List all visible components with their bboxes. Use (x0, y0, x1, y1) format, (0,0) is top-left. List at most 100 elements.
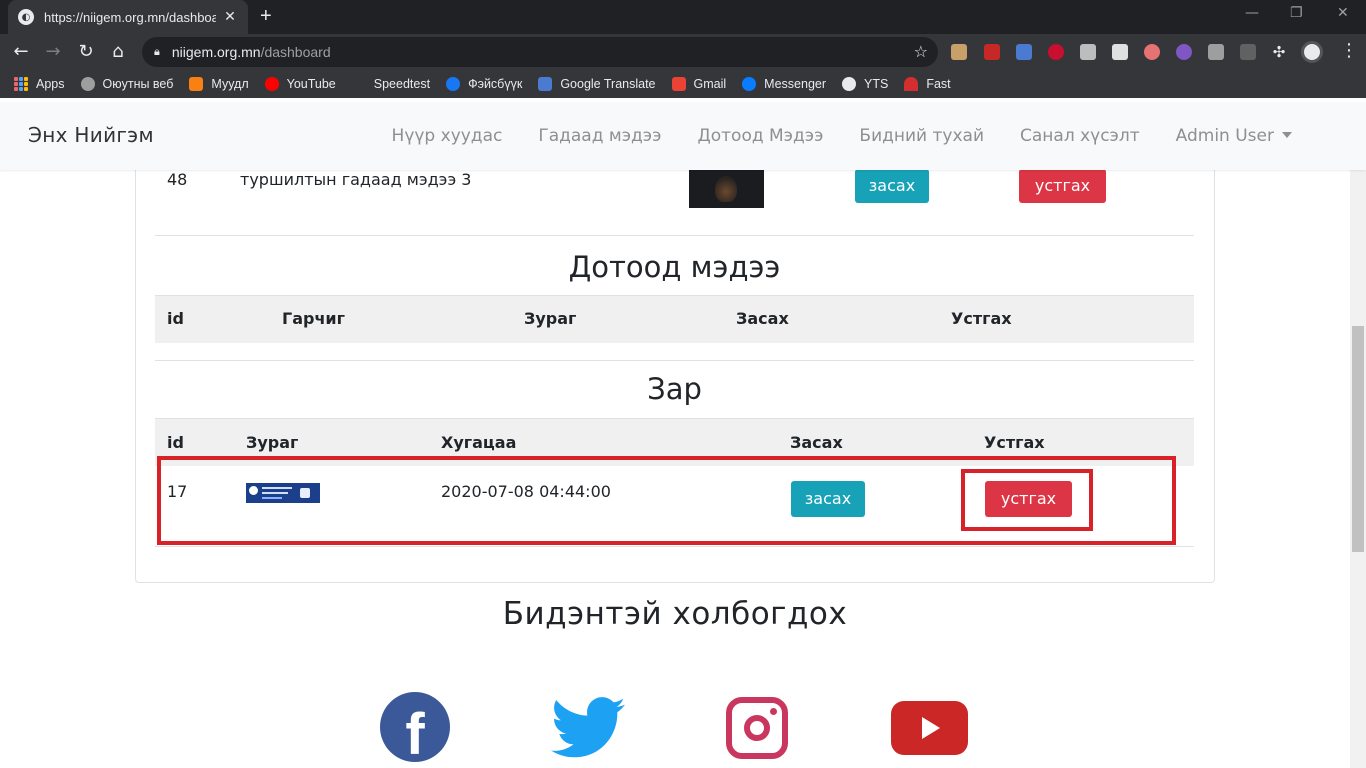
tab-close-icon[interactable]: ✕ (222, 9, 238, 25)
speedtest-icon (351, 77, 366, 91)
site-brand[interactable]: Энх Нийгэм (28, 123, 154, 147)
bookmark-item[interactable]: Фэйсбүүк (446, 77, 522, 91)
address-path: /dashboard (260, 44, 331, 60)
google-translate-icon (538, 77, 553, 91)
bookmark-label: Муудл (211, 77, 249, 91)
messenger-icon (742, 77, 757, 91)
column-header: Хугацаа (441, 433, 517, 452)
bookmark-apps[interactable]: Apps (14, 77, 65, 91)
row-id: 48 (167, 170, 188, 189)
column-header: Зураг (246, 433, 299, 452)
delete-button[interactable]: устгах (1019, 169, 1106, 203)
column-header: Засах (790, 433, 843, 452)
close-window-icon[interactable]: ✕ (1337, 5, 1349, 21)
edit-button[interactable]: засах (855, 169, 929, 203)
site-navbar: Энх Нийгэм Нүүр хуудас Гадаад мэдээ Дото… (0, 102, 1366, 170)
extension-icon[interactable] (1112, 44, 1128, 60)
nav-links: Нүүр хуудас Гадаад мэдээ Дотоод Мэдээ Би… (392, 102, 1366, 170)
bookmark-label: Оюутны веб (102, 77, 174, 91)
fast-speed-icon (904, 77, 919, 91)
domestic-news-table-header: id Гарчиг Зураг Засах Устгах (155, 295, 1194, 343)
facebook-icon[interactable]: f (380, 692, 450, 762)
nav-link-domestic-news[interactable]: Дотоод Мэдээ (697, 126, 823, 146)
contact-heading: Бидэнтэй холбогдох (502, 596, 848, 632)
foreign-news-row: 48 туршилтын гадаад мэдээ 3 засах устгах (155, 166, 1194, 236)
bookmark-star-icon[interactable]: ☆ (914, 42, 928, 61)
back-icon[interactable]: ← (10, 41, 32, 63)
section-divider (155, 360, 1194, 361)
row-title: туршилтын гадаад мэдээ 3 (240, 170, 472, 189)
bookmark-item[interactable]: Gmail (671, 77, 726, 91)
tab-title: https://niigem.org.mn/dashboard (44, 9, 216, 25)
user-name: Admin User (1175, 126, 1274, 146)
bookmark-item[interactable]: Оюутны веб (80, 77, 174, 91)
bookmark-item[interactable]: Messenger (742, 77, 826, 91)
nav-link-home[interactable]: Нүүр хуудас (392, 126, 503, 146)
news-thumbnail (689, 170, 764, 208)
new-tab-button[interactable]: + (260, 5, 272, 28)
browser-toolbar: ← → ↻ ⌂ 🔒︎ niigem.org.mn/dashboard ☆ ✣ ⋮ (0, 34, 1366, 70)
user-dropdown[interactable]: Admin User (1176, 126, 1292, 146)
youtube-icon (264, 77, 279, 91)
forward-icon[interactable]: → (42, 41, 64, 63)
adblock-extension-icon[interactable] (1048, 44, 1064, 60)
extension-icon[interactable] (951, 44, 967, 60)
twitter-icon[interactable] (551, 697, 625, 759)
browser-menu-icon[interactable]: ⋮ (1340, 40, 1358, 61)
caret-down-icon (1282, 132, 1292, 138)
reload-icon[interactable]: ↻ (75, 41, 97, 63)
extension-icon[interactable] (1240, 44, 1256, 60)
gmail-icon (671, 77, 686, 91)
extension-icon[interactable] (1176, 44, 1192, 60)
home-icon[interactable]: ⌂ (107, 41, 129, 63)
nav-link-feedback[interactable]: Санал хүсэлт (1020, 126, 1140, 146)
minimize-icon[interactable]: — (1245, 5, 1259, 21)
bookmark-label: Fast (926, 77, 951, 91)
page-scrollbar[interactable] (1350, 170, 1366, 768)
nav-link-about[interactable]: Бидний тухай (859, 126, 984, 146)
apps-grid-icon (14, 77, 28, 91)
globe-icon: ◐ (18, 9, 34, 25)
column-header: Зураг (524, 309, 577, 328)
extension-icon[interactable] (1080, 44, 1096, 60)
profile-avatar[interactable] (1301, 41, 1323, 63)
bookmark-item[interactable]: Google Translate (538, 77, 656, 91)
bookmark-item[interactable]: Fast (904, 77, 951, 91)
column-header: Гарчиг (282, 309, 345, 328)
bookmark-item[interactable]: Speedtest (351, 77, 430, 91)
browser-tab[interactable]: ◐ https://niigem.org.mn/dashboard ✕ (8, 0, 248, 34)
restore-icon[interactable]: ❐ (1290, 5, 1303, 21)
bookmark-label: Фэйсбүүк (468, 77, 523, 91)
bookmark-item[interactable]: YTS (842, 77, 888, 91)
column-header: id (167, 433, 184, 452)
address-url: niigem.org.mn/dashboard (172, 44, 331, 60)
bookmark-label: YouTube (286, 77, 336, 91)
column-header: Устгах (984, 433, 1045, 452)
extensions-puzzle-icon[interactable]: ✣ (1268, 41, 1290, 63)
address-host: niigem.org.mn (171, 44, 261, 60)
bookmark-item[interactable]: YouTube (264, 77, 336, 91)
school-icon (80, 77, 95, 91)
youtube-icon[interactable] (891, 701, 968, 755)
delete-button-highlight-box (961, 469, 1093, 531)
bookmark-label: Messenger (764, 77, 827, 91)
translate-extension-icon[interactable] (1016, 44, 1032, 60)
column-header: Устгах (951, 309, 1012, 328)
bookmark-item[interactable]: Муудл (189, 77, 249, 91)
instagram-icon[interactable] (726, 697, 788, 759)
browser-tabstrip: ◐ https://niigem.org.mn/dashboard ✕ + — … (0, 0, 1366, 34)
scrollbar-thumb[interactable] (1352, 326, 1364, 552)
bookmark-label: YTS (864, 77, 889, 91)
bookmarks-bar: Apps Оюутны веб Муудл YouTube Speedtest … (0, 70, 1366, 98)
extension-icon[interactable] (1144, 44, 1160, 60)
nav-link-foreign-news[interactable]: Гадаад мэдээ (538, 126, 661, 146)
extension-icon[interactable] (1208, 44, 1224, 60)
bookmark-label: Google Translate (560, 77, 656, 91)
facebook-icon (446, 77, 461, 91)
globe-icon (842, 77, 857, 91)
column-header: Засах (736, 309, 789, 328)
address-bar[interactable]: 🔒︎ niigem.org.mn/dashboard ☆ (142, 37, 938, 67)
ads-heading: Зар (647, 372, 702, 406)
pdf-extension-icon[interactable] (984, 44, 1000, 60)
bookmark-label: Apps (36, 77, 65, 91)
